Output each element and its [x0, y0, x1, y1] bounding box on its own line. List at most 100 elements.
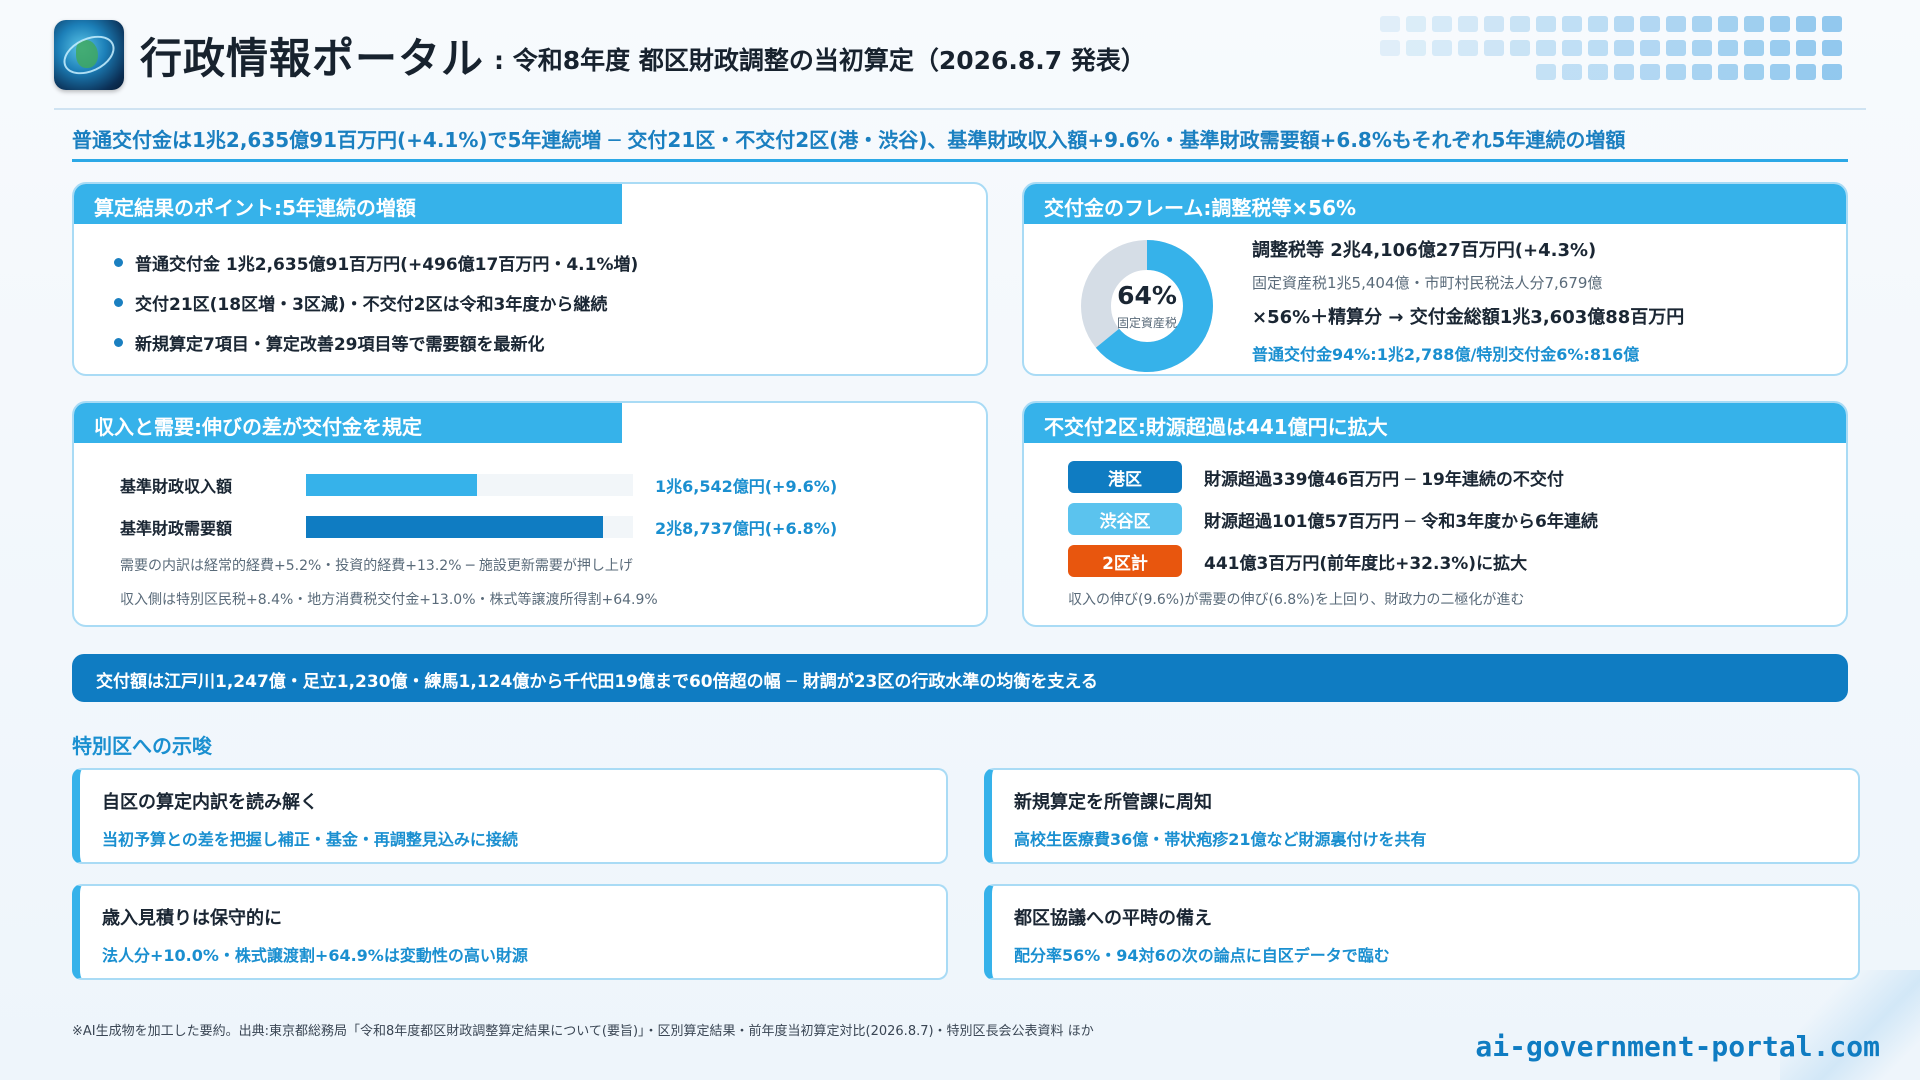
donut-center: 64% 固定資産税 [1080, 239, 1214, 373]
decor-tile [1822, 16, 1842, 32]
decor-tile [1432, 16, 1452, 32]
decor-tile [1536, 40, 1556, 56]
site-link[interactable]: ai-government-portal.com [1475, 1030, 1880, 1063]
decor-tile [1458, 16, 1478, 32]
points-item-text: 普通交付金 1兆2,635億91百万円(+496億17百万円・4.1%増) [135, 255, 639, 275]
decor-tile [1536, 64, 1556, 80]
bar-fill-demand [306, 516, 604, 538]
range-banner: 交付額は江戸川1,247億・足立1,230億・練馬1,124億から千代田19億ま… [72, 654, 1848, 702]
decor-tile [1536, 16, 1556, 32]
points-item: 交付21区(18区増・3区減)・不交付2区は令和3年度から継続 [114, 290, 638, 315]
decor-tile [1588, 64, 1608, 80]
income-demand-panel: 収入と需要:伸びの差が交付金を規定 基準財政収入額 1兆6,542億円(+9.6… [72, 401, 988, 627]
decor-tile [1744, 40, 1764, 56]
card-title: 自区の算定内訳を読み解く [102, 792, 318, 813]
zone-row-total: 2区計 441億3百万円(前年度比+32.3%)に拡大 [1068, 545, 1527, 577]
donut-percent-label: 64% [1117, 281, 1177, 310]
decor-tile [1380, 40, 1400, 56]
card-title: 都区協議への平時の備え [1014, 908, 1212, 929]
card-subtitle: 法人分+10.0%・株式譲渡割+64.9%は変動性の高い財源 [102, 946, 528, 965]
points-list: 普通交付金 1兆2,635億91百万円(+496億17百万円・4.1%増) 交付… [114, 250, 638, 370]
non-grant-tab: 不交付2区:財源超過は441億円に拡大 [1024, 403, 1846, 443]
header-divider [54, 108, 1866, 110]
decor-tile [1614, 40, 1634, 56]
bar-track [306, 474, 633, 496]
decor-tile [1796, 64, 1816, 80]
donut-caption: 固定資産税 [1116, 316, 1177, 330]
bar-row-income: 基準財政収入額 1兆6,542億円(+9.6%) [120, 473, 837, 497]
zone-text: 財源超過339億46百万円 ─ 19年連続の不交付 [1204, 469, 1564, 490]
decor-tile [1666, 16, 1686, 32]
decor-tile [1484, 40, 1504, 56]
bar-row-demand: 基準財政需要額 2兆8,737億円(+6.8%) [120, 515, 837, 539]
decor-tile [1614, 16, 1634, 32]
decor-tile [1562, 40, 1582, 56]
decor-tile [1406, 16, 1426, 32]
decor-tile [1822, 40, 1842, 56]
implication-card: 都区協議への平時の備え 配分率56%・94対6の次の論点に自区データで臨む [984, 884, 1860, 980]
frame-line-split: 普通交付金94%:1兆2,788億/特別交付金6%:816億 [1252, 345, 1640, 364]
bar-track [306, 516, 633, 538]
decor-tile [1692, 64, 1712, 80]
points-item-text: 交付21区(18区増・3区減)・不交付2区は令和3年度から継続 [135, 295, 608, 315]
decor-tile [1718, 16, 1738, 32]
decor-tile [1666, 64, 1686, 80]
card-subtitle: 当初予算との差を把握し補正・基金・再調整見込みに接続 [102, 830, 518, 849]
income-note-demand: 需要の内訳は経常的経費+5.2%・投資的経費+13.2% ─ 施設更新需要が押し… [120, 558, 633, 574]
bar-fill-income [306, 474, 478, 496]
bullet-dot-icon [114, 338, 123, 347]
decor-tile [1770, 64, 1790, 80]
decor-tile [1744, 16, 1764, 32]
decor-tile [1718, 64, 1738, 80]
decor-tile [1718, 40, 1738, 56]
points-panel: 算定結果のポイント:5年連続の増額 普通交付金 1兆2,635億91百万円(+4… [72, 182, 988, 376]
decor-tile [1822, 64, 1842, 80]
bar-value-label: 2兆8,737億円(+6.8%) [655, 519, 838, 538]
points-item-text: 新規算定7項目・算定改善29項目等で需要額を最新化 [135, 335, 545, 355]
implication-card: 自区の算定内訳を読み解く 当初予算との差を把握し補正・基金・再調整見込みに接続 [72, 768, 948, 864]
decor-tile [1614, 64, 1634, 80]
page-title: 行政情報ポータル [140, 33, 485, 83]
points-item: 普通交付金 1兆2,635億91百万円(+496億17百万円・4.1%増) [114, 250, 638, 275]
non-grant-note: 収入の伸び(9.6%)が需要の伸び(6.8%)を上回り、財政力の二極化が進む [1068, 592, 1525, 608]
frame-line-adjustment-tax: 調整税等 2兆4,106億27百万円(+4.3%) [1252, 240, 1597, 261]
decor-tile [1666, 40, 1686, 56]
decor-tile [1458, 40, 1478, 56]
bar-label: 基準財政需要額 [120, 519, 233, 538]
points-item: 新規算定7項目・算定改善29項目等で需要額を最新化 [114, 330, 638, 355]
decor-tile [1640, 40, 1660, 56]
decor-tile [1744, 64, 1764, 80]
decor-tile [1692, 40, 1712, 56]
decorative-tiles [1380, 16, 1860, 88]
zone-pill: 港区 [1068, 461, 1182, 493]
decor-tile [1796, 40, 1816, 56]
decor-tile [1796, 16, 1816, 32]
decor-tile [1510, 16, 1530, 32]
frame-line-breakdown: 固定資産税1兆5,404億・市町村民税法人分7,679億 [1252, 274, 1603, 292]
zone-row-shibuya: 渋谷区 財源超過101億57百万円 ─ 令和3年度から6年連続 [1068, 503, 1598, 535]
decor-tile [1640, 16, 1660, 32]
implication-card: 新規算定を所管課に周知 高校生医療費36億・帯状疱疹21億など財源裏付けを共有 [984, 768, 1860, 864]
card-title: 新規算定を所管課に周知 [1014, 792, 1212, 813]
decor-tile [1770, 16, 1790, 32]
frame-line-total: ×56%＋精算分 → 交付金総額1兆3,603億88百万円 [1252, 307, 1685, 328]
decor-tile [1640, 64, 1660, 80]
zone-text: 441億3百万円(前年度比+32.3%)に拡大 [1204, 553, 1528, 574]
decor-tile [1692, 16, 1712, 32]
decor-tile [1406, 40, 1426, 56]
zone-text: 財源超過101億57百万円 ─ 令和3年度から6年連続 [1204, 511, 1598, 532]
decor-tile [1770, 40, 1790, 56]
decor-tile [1562, 64, 1582, 80]
page-subtitle: : 令和8年度 都区財政調整の当初算定（2026.8.7 発表） [494, 46, 1146, 75]
bar-value-label: 1兆6,542億円(+9.6%) [655, 477, 838, 496]
decor-tile [1432, 40, 1452, 56]
card-subtitle: 配分率56%・94対6の次の論点に自区データで臨む [1014, 946, 1390, 965]
bullet-dot-icon [114, 258, 123, 267]
implication-card: 歳入見積りは保守的に 法人分+10.0%・株式譲渡割+64.9%は変動性の高い財… [72, 884, 948, 980]
non-grant-panel: 不交付2区:財源超過は441億円に拡大 港区 財源超過339億46百万円 ─ 1… [1022, 401, 1848, 627]
frame-lines: 調整税等 2兆4,106億27百万円(+4.3%) 固定資産税1兆5,404億・… [1252, 236, 1684, 365]
frame-panel: 交付金のフレーム:調整税等×56% 64% 固定資産税 調整税等 2兆4,106… [1022, 182, 1848, 376]
zone-row-minato: 港区 財源超過339億46百万円 ─ 19年連続の不交付 [1068, 461, 1564, 493]
decor-tile [1380, 16, 1400, 32]
headline-summary: 普通交付金は1兆2,635億91百万円(+4.1%)で5年連続増 ─ 交付21区… [72, 124, 1848, 162]
